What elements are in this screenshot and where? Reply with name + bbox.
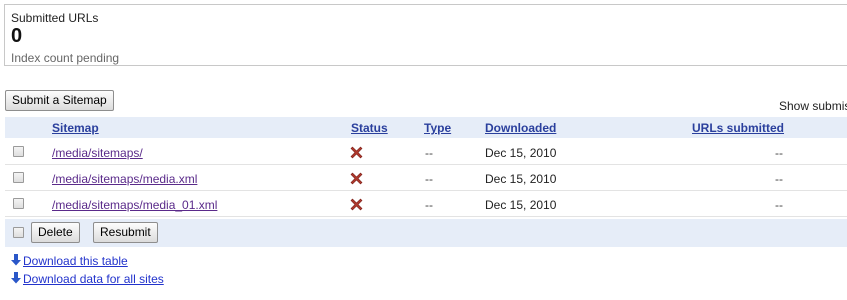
table-header: Sitemap Status Type Downloaded URLs subm…: [5, 117, 847, 138]
downloaded-value: Dec 15, 2010: [485, 146, 557, 160]
download-arrow-icon: [11, 254, 21, 266]
download-table-row: Download this table: [10, 254, 128, 268]
error-x-icon: [350, 198, 363, 211]
row-checkbox[interactable]: [13, 146, 24, 157]
download-all-sites-link[interactable]: Download data for all sites: [23, 272, 164, 286]
urls-submitted-value: --: [775, 198, 783, 212]
type-value: --: [425, 146, 433, 160]
row-checkbox[interactable]: [13, 198, 24, 209]
type-value: --: [425, 198, 433, 212]
type-value: --: [425, 172, 433, 186]
sitemap-link-text[interactable]: /media/sitemaps/: [52, 146, 143, 160]
downloaded-value: Dec 15, 2010: [485, 198, 557, 212]
summary-title: Submitted URLs: [11, 11, 99, 25]
submitted-count: 0: [11, 25, 23, 47]
sitemap-link[interactable]: /media/sitemaps/media_01.xml: [52, 198, 217, 212]
index-count-note: Index count pending: [11, 51, 120, 65]
sitemap-link-text[interactable]: /media/sitemaps/media.xml: [52, 172, 197, 186]
show-submitted-label: Show submis: [779, 99, 847, 113]
table-row: /media/sitemaps/ -- Dec 15, 2010 --: [5, 140, 847, 165]
downloaded-value: Dec 15, 2010: [485, 172, 557, 186]
type-column-header[interactable]: Type: [424, 121, 451, 135]
delete-button[interactable]: Delete: [31, 222, 80, 243]
error-x-icon: [350, 172, 363, 185]
table-row: /media/sitemaps/media.xml -- Dec 15, 201…: [5, 166, 847, 191]
resubmit-button[interactable]: Resubmit: [93, 222, 158, 243]
select-all-checkbox[interactable]: [13, 227, 24, 238]
summary-panel: Submitted URLs 0 Index count pending: [4, 4, 847, 66]
download-all-sites-row: Download data for all sites: [10, 272, 164, 286]
row-checkbox[interactable]: [13, 172, 24, 183]
download-table-link[interactable]: Download this table: [23, 254, 128, 268]
sitemap-link-text[interactable]: /media/sitemaps/media_01.xml: [52, 198, 217, 212]
urls-submitted-value: --: [775, 146, 783, 160]
downloaded-column-header[interactable]: Downloaded: [485, 121, 556, 135]
sitemap-column-header[interactable]: Sitemap: [52, 121, 99, 135]
table-row: /media/sitemaps/media_01.xml -- Dec 15, …: [5, 192, 847, 217]
error-x-icon: [350, 146, 363, 159]
sitemap-link[interactable]: /media/sitemaps/media.xml: [52, 172, 197, 186]
submit-sitemap-button[interactable]: Submit a Sitemap: [5, 90, 114, 111]
urls-submitted-value: --: [775, 172, 783, 186]
urls-submitted-column-header[interactable]: URLs submitted: [692, 121, 784, 135]
download-arrow-icon: [11, 272, 21, 284]
status-column-header[interactable]: Status: [351, 121, 388, 135]
sitemap-link[interactable]: /media/sitemaps/: [52, 146, 143, 160]
